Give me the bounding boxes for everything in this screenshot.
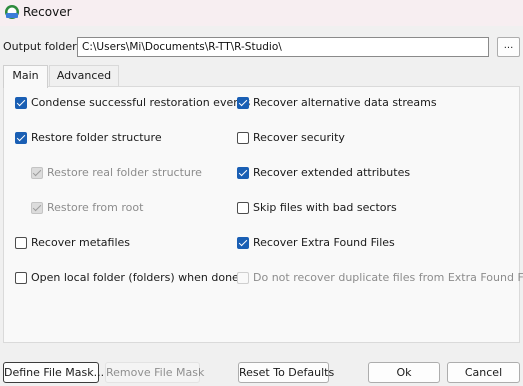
app-icon bbox=[5, 5, 19, 19]
restore-folder-structure-checkbox[interactable] bbox=[15, 132, 27, 144]
skip-bad-sectors-label: Skip files with bad sectors bbox=[253, 201, 397, 214]
recover-alt-streams-checkbox[interactable] bbox=[237, 97, 249, 109]
define-file-mask-button[interactable]: Define File Mask... bbox=[3, 362, 104, 383]
restore-folder-structure-label: Restore folder structure bbox=[31, 131, 162, 144]
skip-bad-sectors-checkbox[interactable] bbox=[237, 202, 249, 214]
recover-extended-attributes-checkbox[interactable] bbox=[237, 167, 249, 179]
recover-extended-attributes-label: Recover extended attributes bbox=[253, 166, 411, 179]
recover-security-label: Recover security bbox=[253, 131, 345, 144]
recover-extra-found-files-label: Recover Extra Found Files bbox=[253, 236, 395, 249]
condense-events-checkbox[interactable] bbox=[15, 97, 27, 109]
open-local-folder-checkbox[interactable] bbox=[15, 272, 27, 284]
restore-from-root-checkbox[interactable] bbox=[31, 202, 43, 214]
browse-button[interactable]: ... bbox=[497, 37, 520, 57]
no-duplicate-extra-files-checkbox[interactable] bbox=[237, 272, 249, 284]
condense-events-label: Condense successful restoration events bbox=[31, 96, 251, 109]
ok-button[interactable]: Ok bbox=[368, 362, 440, 383]
restore-from-root-label: Restore from root bbox=[47, 201, 144, 214]
window-title: Recover bbox=[23, 5, 72, 19]
recover-metafiles-label: Recover metafiles bbox=[31, 236, 131, 249]
options-panel bbox=[3, 86, 520, 343]
reset-to-defaults-button[interactable]: Reset To Defaults bbox=[238, 362, 334, 383]
open-local-folder-label: Open local folder (folders) when done bbox=[31, 271, 239, 284]
recover-alt-streams-label: Recover alternative data streams bbox=[253, 96, 437, 109]
cancel-button[interactable]: Cancel bbox=[447, 362, 520, 383]
recover-metafiles-checkbox[interactable] bbox=[15, 237, 27, 249]
restore-real-folder-structure-label: Restore real folder structure bbox=[47, 166, 202, 179]
tab-main[interactable]: Main bbox=[3, 65, 48, 88]
recover-extra-found-files-checkbox[interactable] bbox=[237, 237, 249, 249]
restore-real-folder-structure-checkbox[interactable] bbox=[31, 167, 43, 179]
output-folder-label: Output folder: bbox=[3, 40, 81, 53]
tab-advanced[interactable]: Advanced bbox=[49, 65, 119, 87]
recover-security-checkbox[interactable] bbox=[237, 132, 249, 144]
remove-file-mask-button[interactable]: Remove File Mask bbox=[105, 362, 204, 383]
output-folder-input[interactable] bbox=[77, 37, 489, 57]
title-bar: Recover bbox=[0, 0, 523, 26]
no-duplicate-extra-files-label: Do not recover duplicate files from Extr… bbox=[253, 271, 523, 284]
